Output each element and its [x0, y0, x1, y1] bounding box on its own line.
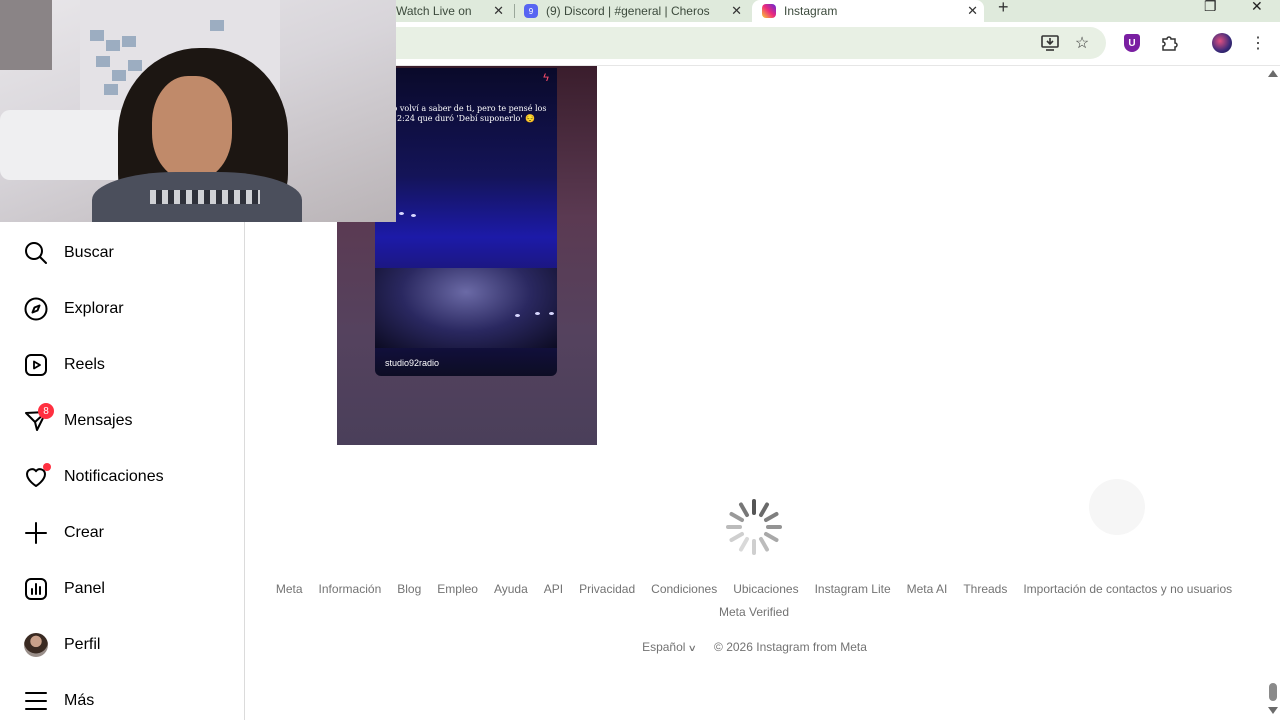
stage-light: [535, 312, 540, 315]
tab-title: Instagram: [784, 4, 838, 18]
wall-photo: [106, 40, 120, 51]
chrome-profile-avatar[interactable]: [1212, 33, 1232, 53]
footer-link-informacion[interactable]: Información: [319, 582, 382, 597]
sidebar-item-buscar[interactable]: Buscar: [12, 229, 232, 277]
tab-discord[interactable]: 9 (9) Discord | #general | Cheros ✕: [520, 0, 748, 22]
kebab-menu-icon[interactable]: ⋮: [1248, 33, 1268, 53]
close-window-icon[interactable]: ✕: [1251, 0, 1263, 15]
plus-icon: [24, 521, 48, 545]
language-select[interactable]: Español ∨: [642, 640, 698, 654]
tab-instagram[interactable]: Instagram ✕: [752, 0, 984, 22]
wall-photo: [96, 56, 110, 67]
address-bar[interactable]: [380, 27, 1106, 59]
floating-placeholder: [1089, 479, 1145, 535]
footer-link-meta[interactable]: Meta: [276, 582, 303, 597]
sidebar-item-label: Notificaciones: [64, 468, 164, 485]
footer-meta: Español ∨ © 2026 Instagram from Meta: [0, 640, 1280, 654]
footer-link-meta-ai[interactable]: Meta AI: [907, 582, 948, 597]
sidebar-item-notificaciones[interactable]: Notificaciones: [12, 453, 232, 501]
sidebar-item-label: Reels: [64, 356, 105, 373]
sidebar-item-crear[interactable]: Crear: [12, 509, 232, 557]
wall-photo: [112, 70, 126, 81]
wall-photo: [90, 30, 104, 41]
sidebar-item-reels[interactable]: Reels: [12, 341, 232, 389]
close-icon[interactable]: ✕: [961, 3, 984, 19]
discord-icon: 9: [524, 4, 538, 18]
concert-stage: [375, 268, 557, 348]
scrollbar-thumb[interactable]: [1269, 683, 1277, 701]
sidebar-item-label: Más: [64, 692, 95, 709]
scroll-down-arrow[interactable]: [1268, 707, 1278, 714]
footer-link-ubicaciones[interactable]: Ubicaciones: [733, 582, 798, 597]
footer-link-instagram-lite[interactable]: Instagram Lite: [815, 582, 891, 597]
stage-light: [399, 212, 404, 215]
bookmark-star-icon[interactable]: ☆: [1072, 33, 1092, 53]
footer-link-blog[interactable]: Blog: [397, 582, 421, 597]
instagram-icon: [762, 4, 776, 18]
footer-link-meta-verified[interactable]: Meta Verified: [719, 605, 789, 620]
sidebar-item-label: Mensajes: [64, 412, 133, 429]
tab-separator: [514, 4, 515, 18]
close-icon[interactable]: ✕: [487, 3, 510, 19]
screen: Watch Live on ✕ 9 (9) Discord | #general…: [0, 0, 1280, 720]
sidebar-item-label: Explorar: [64, 300, 124, 317]
sidebar-item-label: Panel: [64, 580, 105, 597]
tab-title: Watch Live on: [396, 4, 472, 18]
search-icon: [24, 241, 48, 265]
heart-icon: [24, 463, 51, 489]
tab-twitch[interactable]: Watch Live on ✕: [392, 0, 510, 22]
reel-caption: No volví a saber de ti, pero te pensé lo…: [385, 104, 547, 123]
sidebar-item-mensajes[interactable]: 8 Mensajes: [12, 397, 232, 445]
restore-icon[interactable]: ❐: [1204, 0, 1217, 15]
sidebar-item-panel[interactable]: Panel: [12, 565, 232, 613]
wall-photo: [104, 84, 118, 95]
compass-icon: [24, 297, 48, 321]
copyright-text: © 2026 Instagram from Meta: [714, 640, 867, 654]
wall-photo: [210, 20, 224, 31]
close-icon[interactable]: ✕: [725, 3, 748, 19]
stage-light: [515, 314, 520, 317]
footer-link-api[interactable]: API: [544, 582, 563, 597]
tab-title: (9) Discord | #general | Cheros: [546, 4, 710, 18]
dashboard-icon: [24, 577, 48, 601]
install-app-icon[interactable]: [1040, 33, 1060, 53]
footer-link-threads[interactable]: Threads: [963, 582, 1007, 597]
reel-video[interactable]: ϟ No volví a saber de ti, pero te pensé …: [375, 68, 557, 376]
footer-link-contact-import[interactable]: Importación de contactos y no usuarios: [1023, 582, 1232, 597]
wall-photo: [122, 36, 136, 47]
language-label: Español: [642, 640, 686, 654]
stage-light: [549, 312, 554, 315]
reels-icon: [24, 353, 48, 377]
extensions-puzzle-icon[interactable]: [1159, 33, 1179, 53]
webcam-overlay: [0, 0, 396, 222]
unread-badge: 8: [38, 403, 54, 419]
scroll-up-arrow[interactable]: [1268, 70, 1278, 77]
flash-icon: ϟ: [543, 72, 549, 84]
messenger-icon: 8: [24, 403, 54, 433]
webcam-window: [0, 0, 52, 70]
sidebar-item-explorar[interactable]: Explorar: [12, 285, 232, 333]
sidebar-item-mas[interactable]: Más: [12, 677, 232, 720]
footer-links: Meta Información Blog Empleo Ayuda API P…: [264, 582, 1244, 620]
notification-dot: [43, 463, 51, 471]
footer-link-privacidad[interactable]: Privacidad: [579, 582, 635, 597]
ublock-extension-icon[interactable]: U: [1122, 33, 1142, 53]
sidebar-item-label: Buscar: [64, 244, 114, 261]
footer-link-condiciones[interactable]: Condiciones: [651, 582, 717, 597]
loading-spinner-icon: [726, 499, 782, 555]
webcam-face: [152, 76, 232, 180]
new-tab-icon[interactable]: +: [998, 0, 1009, 18]
chevron-down-icon: ∨: [688, 643, 698, 653]
reel-username[interactable]: studio92radio: [385, 358, 439, 368]
menu-icon: [24, 689, 48, 713]
footer-link-empleo[interactable]: Empleo: [437, 582, 478, 597]
wall-photo: [128, 60, 142, 71]
sidebar-item-label: Crear: [64, 524, 105, 541]
webcam-sweater-pattern: [150, 190, 260, 204]
footer-link-ayuda[interactable]: Ayuda: [494, 582, 528, 597]
stage-light: [411, 214, 416, 217]
